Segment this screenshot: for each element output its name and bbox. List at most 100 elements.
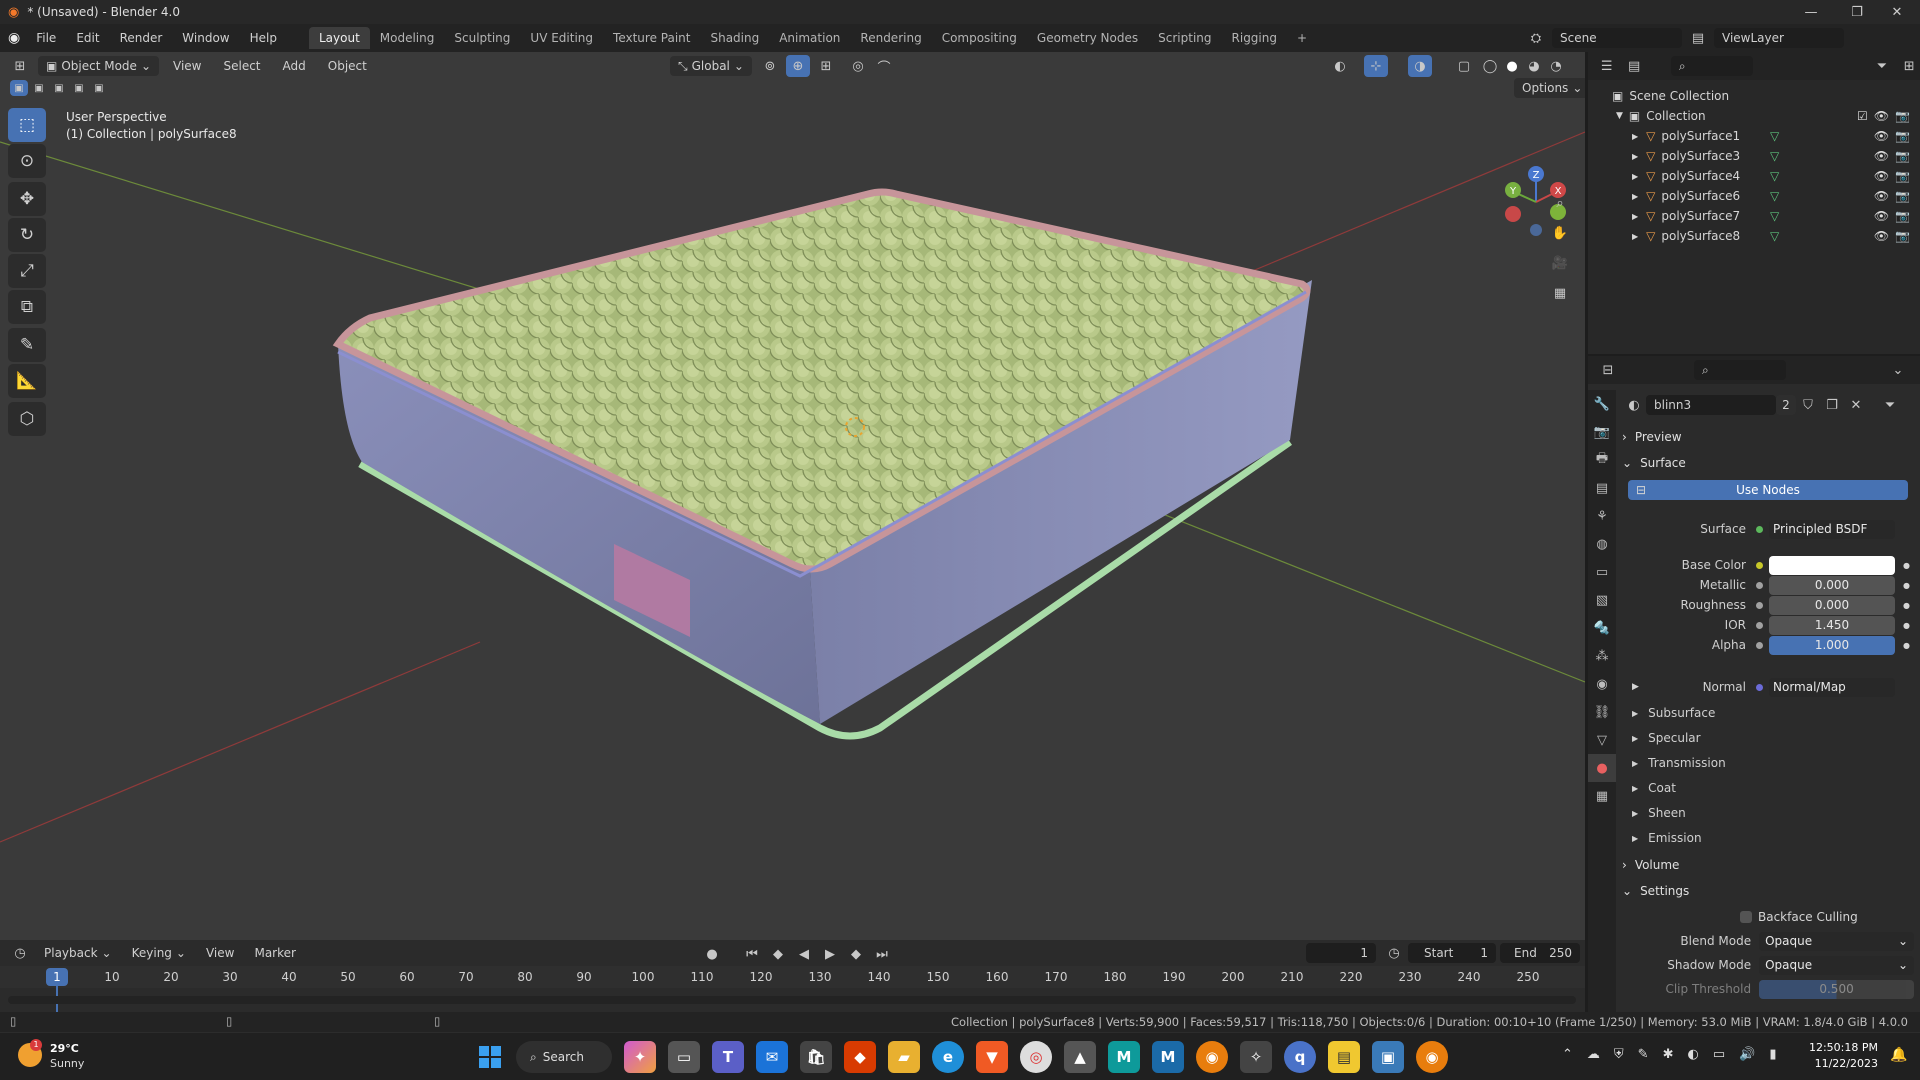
duplicate-material-icon[interactable]: ❐ bbox=[1820, 394, 1844, 416]
outliner-type-icon[interactable]: ☰ bbox=[1596, 55, 1617, 77]
camera-icon[interactable]: 📷 bbox=[1895, 189, 1910, 203]
rendered-shading-icon[interactable]: ◔ bbox=[1544, 55, 1568, 77]
outliner-search-field[interactable]: ⌕ bbox=[1670, 56, 1754, 76]
timeline-editor-icon[interactable]: ◷ bbox=[8, 942, 32, 964]
surface-subpanel-header[interactable]: ▶ Emission bbox=[1622, 827, 1914, 849]
select-subtract-icon[interactable]: ▣ bbox=[50, 80, 68, 96]
menu-help[interactable]: Help bbox=[240, 26, 287, 50]
material-shading-icon[interactable]: ◕ bbox=[1522, 55, 1546, 77]
layers-icon[interactable]: ▤ bbox=[1686, 27, 1710, 49]
volume-icon[interactable]: 🔊 bbox=[1739, 1047, 1755, 1062]
surface-panel-header[interactable]: ⌄ Surface bbox=[1622, 452, 1914, 474]
timeline-menu-playback[interactable]: Playback ⌄ bbox=[36, 943, 120, 963]
onedrive-icon[interactable]: ☁ bbox=[1587, 1047, 1600, 1062]
timeline-menu-marker[interactable]: Marker bbox=[246, 943, 303, 963]
scene-tab-icon[interactable]: ⚘ bbox=[1588, 502, 1616, 530]
physics-tab-icon[interactable]: ◉ bbox=[1588, 670, 1616, 698]
current-frame-field[interactable]: 1 bbox=[1306, 943, 1376, 963]
3ds-icon[interactable]: ✧ bbox=[1240, 1041, 1272, 1073]
inkscape-icon[interactable]: ▲ bbox=[1064, 1041, 1096, 1073]
minimize-button[interactable]: — bbox=[1788, 0, 1834, 24]
keyframe-dot-icon[interactable]: ● bbox=[1903, 601, 1910, 610]
pivot-icon[interactable]: ⊚ bbox=[758, 55, 782, 77]
camera-icon[interactable]: 📷 bbox=[1895, 229, 1910, 243]
user-count-badge[interactable]: 2 bbox=[1776, 395, 1796, 415]
close-button[interactable]: ✕ bbox=[1874, 0, 1920, 24]
keyframe-dot-icon[interactable]: ● bbox=[1903, 581, 1910, 590]
end-frame-field[interactable]: End 250 bbox=[1500, 943, 1580, 963]
play-reverse-icon[interactable]: ◀ bbox=[792, 943, 816, 965]
shadow-mode-dropdown[interactable]: Opaque ⌄ bbox=[1759, 955, 1914, 975]
chevron-right-icon[interactable]: ▶ bbox=[1632, 132, 1638, 141]
material-tab-icon[interactable]: ● bbox=[1588, 754, 1616, 782]
tab-layout[interactable]: Layout bbox=[308, 27, 370, 49]
eye-icon[interactable]: 👁 bbox=[1874, 189, 1889, 203]
properties-type-icon[interactable]: ⊟ bbox=[1596, 359, 1620, 381]
viewport-menu-select[interactable]: Select bbox=[215, 56, 268, 76]
chevron-right-icon[interactable]: ▶ bbox=[1632, 172, 1638, 181]
object-tab-icon[interactable]: ▧ bbox=[1588, 586, 1616, 614]
options-dropdown[interactable]: Options ⌄ bbox=[1514, 78, 1585, 98]
windows-start-icon[interactable] bbox=[474, 1041, 506, 1073]
eye-icon[interactable]: 👁 bbox=[1874, 229, 1889, 243]
world-tab-icon[interactable]: ◍ bbox=[1588, 530, 1616, 558]
scale-tool-icon[interactable]: ⤢ bbox=[8, 254, 46, 288]
pen-icon[interactable]: ✎ bbox=[1638, 1047, 1649, 1062]
eye-icon[interactable]: 👁 bbox=[1874, 129, 1889, 143]
select-box-tool-icon[interactable]: ⬚ bbox=[8, 108, 46, 142]
chevron-right-icon[interactable]: ▶ bbox=[1632, 212, 1638, 221]
camera-icon[interactable]: 📷 bbox=[1895, 169, 1910, 183]
outliner-item-row[interactable]: ▶ ▽ polySurface7 ▽ 👁 📷 bbox=[1588, 206, 1920, 226]
clock-date[interactable]: 11/22/2023 bbox=[1808, 1057, 1878, 1070]
tab-geometry-nodes[interactable]: Geometry Nodes bbox=[1027, 27, 1148, 49]
filter-icon[interactable]: ⏷ bbox=[1871, 55, 1892, 77]
blender-taskbar-icon[interactable]: ◉ bbox=[1196, 1041, 1228, 1073]
blender-menu-icon[interactable]: ◉ bbox=[8, 30, 20, 46]
weather-temperature[interactable]: 29°C bbox=[50, 1042, 79, 1055]
tab-compositing[interactable]: Compositing bbox=[932, 27, 1027, 49]
outliner-item-row[interactable]: ▶ ▽ polySurface4 ▽ 👁 📷 bbox=[1588, 166, 1920, 186]
material-name-field[interactable]: blinn3 bbox=[1646, 395, 1776, 415]
file-explorer-icon[interactable]: ▰ bbox=[888, 1041, 920, 1073]
chevron-right-icon[interactable]: ▶ bbox=[1632, 682, 1639, 692]
menu-window[interactable]: Window bbox=[172, 26, 239, 50]
falloff-icon[interactable]: ⌒ bbox=[872, 55, 896, 77]
chrome-icon[interactable]: ◎ bbox=[1020, 1041, 1052, 1073]
viewport-menu-add[interactable]: Add bbox=[275, 56, 314, 76]
normal-input-selector[interactable]: Normal/Map bbox=[1769, 677, 1895, 697]
tab-uv-editing[interactable]: UV Editing bbox=[520, 27, 603, 49]
discord-icon[interactable]: ◐ bbox=[1687, 1047, 1698, 1062]
chevron-down-icon[interactable]: ▼ bbox=[1616, 111, 1623, 121]
proportional-edit-icon[interactable]: ◎ bbox=[846, 55, 870, 77]
overlay-toggle-icon[interactable]: ◑ bbox=[1408, 55, 1432, 77]
blend-mode-dropdown[interactable]: Opaque ⌄ bbox=[1759, 931, 1914, 951]
scene-selector[interactable]: Scene bbox=[1552, 28, 1682, 48]
clip-threshold-slider[interactable]: 0.500 bbox=[1759, 979, 1914, 999]
xray-icon[interactable]: ▢ bbox=[1452, 55, 1476, 77]
constraints-tab-icon[interactable]: ⛓ bbox=[1588, 698, 1616, 726]
next-keyframe-icon[interactable]: ◆ bbox=[844, 943, 868, 965]
view-layer-selector[interactable]: ViewLayer bbox=[1714, 28, 1844, 48]
menu-file[interactable]: File bbox=[26, 26, 66, 50]
outliner-item-row[interactable]: ▶ ▽ polySurface8 ▽ 👁 📷 bbox=[1588, 226, 1920, 246]
photos-icon[interactable]: ▣ bbox=[1372, 1041, 1404, 1073]
properties-search-field[interactable]: ⌕ bbox=[1694, 360, 1786, 380]
timeline-menu-keying[interactable]: Keying ⌄ bbox=[124, 943, 194, 963]
editor-type-icon[interactable]: ⊞ bbox=[8, 55, 32, 77]
annotate-tool-icon[interactable]: ✎ bbox=[8, 328, 46, 362]
surface-subpanel-header[interactable]: ▶ Sheen bbox=[1622, 802, 1914, 824]
volume-panel-header[interactable]: › Volume bbox=[1622, 854, 1914, 876]
move-tool-icon[interactable]: ✥ bbox=[8, 182, 46, 216]
keyframe-dot-icon[interactable]: ● bbox=[1903, 561, 1910, 570]
select-invert-icon[interactable]: ▣ bbox=[70, 80, 88, 96]
sticky-notes-icon[interactable]: ▤ bbox=[1328, 1041, 1360, 1073]
chevron-right-icon[interactable]: ▶ bbox=[1632, 232, 1638, 241]
eye-icon[interactable]: 👁 bbox=[1874, 109, 1889, 123]
transform-orientation-selector[interactable]: ⤡ Global ⌄ bbox=[670, 56, 752, 76]
rotate-tool-icon[interactable]: ↻ bbox=[8, 218, 46, 252]
maya-icon[interactable]: M bbox=[1108, 1041, 1140, 1073]
tab-scripting[interactable]: Scripting bbox=[1148, 27, 1221, 49]
visibility-icon[interactable]: ◐ bbox=[1328, 55, 1352, 77]
network-icon[interactable]: ▭ bbox=[1713, 1047, 1725, 1062]
collection-tab-icon[interactable]: ▭ bbox=[1588, 558, 1616, 586]
